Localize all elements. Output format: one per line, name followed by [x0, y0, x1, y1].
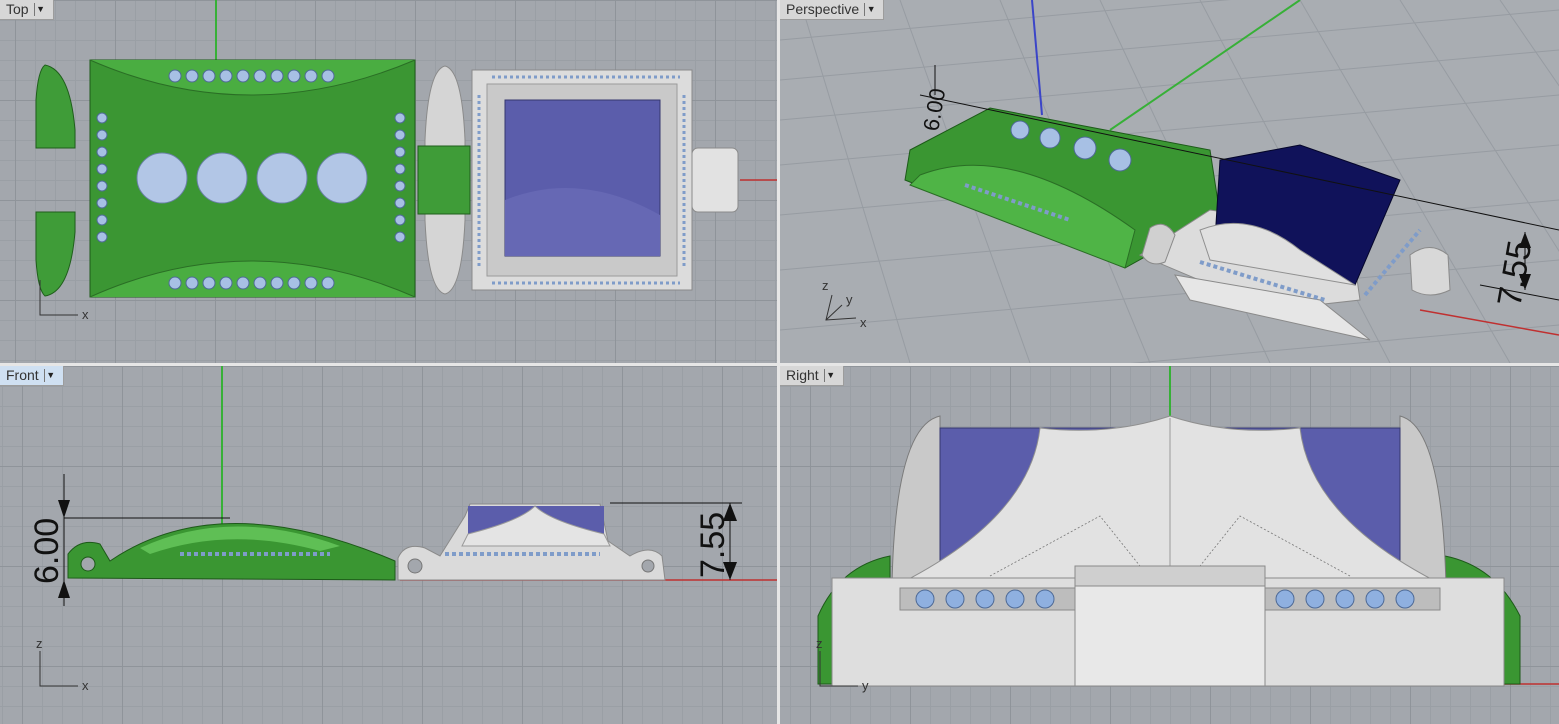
top-view-scene: x	[35, 0, 777, 322]
axis-x-label: x	[82, 678, 89, 693]
perspective-view-scene: 7.55 6.00 z y x	[780, 0, 1559, 363]
viewport-label-perspective[interactable]: Perspective ▼	[780, 0, 885, 20]
axis-z-label: z	[822, 278, 829, 293]
axis-y-label: y	[862, 678, 869, 693]
viewport-title: Front	[6, 367, 39, 383]
viewport-title: Perspective	[786, 1, 860, 17]
front-view-scene: 6.00 7.55 z x	[28, 366, 777, 693]
axis-y-label: y	[846, 292, 853, 307]
dropdown-arrow-icon[interactable]: ▼	[33, 3, 47, 16]
viewport-label-right[interactable]: Right ▼	[780, 366, 844, 386]
dropdown-arrow-icon[interactable]: ▼	[823, 369, 837, 382]
dim-7.55-persp: 7.55	[1490, 238, 1539, 310]
viewport-label-front[interactable]: Front ▼	[0, 366, 64, 386]
right-view-scene: z y	[816, 366, 1559, 693]
viewport-right[interactable]: Right ▼ z y	[780, 366, 1559, 724]
axis-z-label: z	[816, 636, 823, 651]
axis-x-label: x	[860, 315, 867, 330]
dim-7.55-front: 7.55	[694, 512, 732, 578]
dim-6.00-front: 6.00	[28, 518, 66, 584]
viewport-label-top[interactable]: Top ▼	[0, 0, 54, 20]
viewport-title: Top	[6, 1, 29, 17]
dropdown-arrow-icon[interactable]: ▼	[864, 3, 877, 16]
viewport-title: Right	[786, 367, 819, 383]
axis-z-label: z	[36, 636, 43, 651]
viewport-front[interactable]: Front ▼ 6.00 7.55 z x	[0, 366, 777, 724]
viewport-top[interactable]: Top ▼ x	[0, 0, 777, 363]
viewport-perspective[interactable]: Perspective ▼ 7.55 6.00 z y x	[780, 0, 1559, 363]
dropdown-arrow-icon[interactable]: ▼	[43, 369, 57, 382]
axis-x-label: x	[82, 307, 89, 322]
